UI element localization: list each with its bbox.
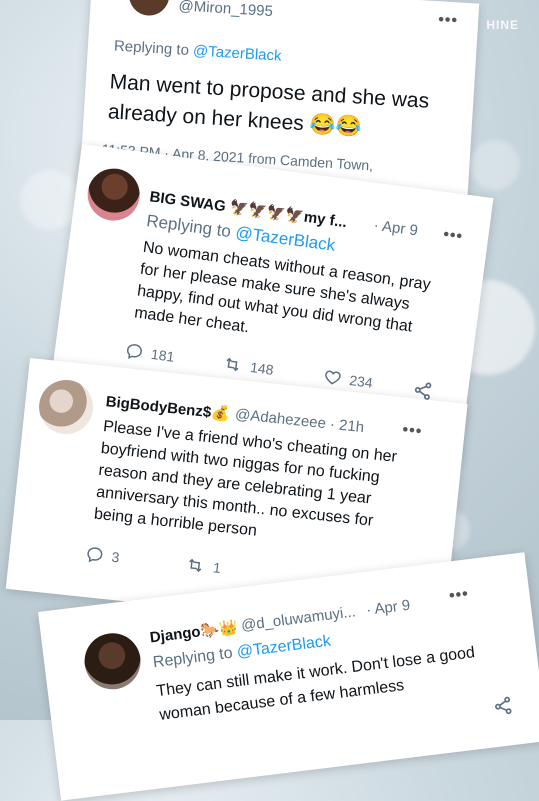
replying-to: Replying to @TazerBlack [113,37,282,64]
avatar[interactable] [81,630,144,693]
reply-count: 3 [110,548,121,566]
like-count: 234 [348,372,374,391]
retweet-button[interactable]: 1 [184,555,222,577]
tweet-text: Man went to propose and she was already … [107,70,430,139]
tweet-date[interactable]: · Apr 9 [365,597,411,619]
share-icon [495,696,512,715]
share-button[interactable] [492,695,514,717]
bokeh-light [470,140,520,190]
tweet-text: No woman cheats without a reason, pray f… [133,238,432,337]
more-options-icon[interactable]: ••• [402,421,423,441]
user-handle[interactable]: @Miron_1995 [178,0,273,20]
user-handle[interactable]: @d_oluwamuyi... [240,603,356,634]
replying-to-link[interactable]: @TazerBlack [236,633,332,661]
watermark: HINE [486,18,519,32]
avatar[interactable] [84,165,143,224]
more-options-icon[interactable]: ••• [438,11,459,30]
retweet-button[interactable]: 148 [221,354,275,379]
retweet-icon [189,558,202,573]
replying-to-link[interactable]: @TazerBlack [193,42,282,64]
more-options-icon[interactable]: ••• [448,585,470,605]
reply-count: 181 [150,345,176,365]
retweet-count: 1 [212,559,222,577]
tweet-date[interactable]: · Apr 9 [373,217,419,240]
avatar[interactable] [127,0,170,17]
display-name[interactable]: Django🐎👑 [149,618,239,647]
reply-button[interactable]: 3 [85,545,120,566]
retweet-count: 148 [249,358,275,378]
replying-prefix: Replying to [152,644,238,672]
tweet-text: Please I've a friend who's cheating on h… [93,418,398,540]
more-options-icon[interactable]: ••• [442,226,464,246]
reply-icon [87,547,103,563]
replying-prefix: Replying to [113,37,194,60]
replying-prefix: Replying to [145,211,237,242]
heart-icon [325,370,341,385]
reply-button[interactable]: 181 [124,342,175,366]
reply-icon [126,344,142,359]
like-button[interactable]: 234 [323,368,374,392]
avatar[interactable] [36,377,96,437]
retweet-icon [226,357,239,372]
